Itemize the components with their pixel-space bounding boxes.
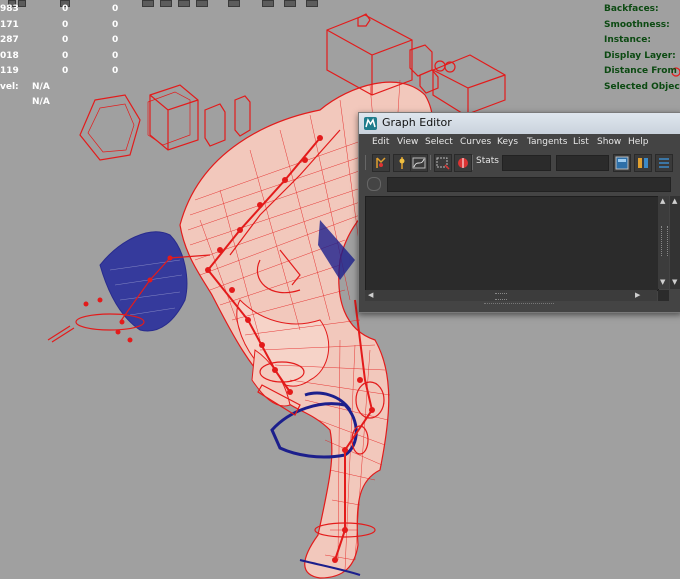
scroll-grip[interactable] — [495, 293, 507, 300]
hud-row-value: 0 — [62, 66, 69, 76]
graph-view-edge[interactable]: ▲ ▼ — [670, 196, 680, 289]
hud-row-value: 0 — [62, 4, 69, 14]
hud-label-backfaces: Backfaces: — [604, 4, 659, 14]
hud-row-value: 0 — [112, 51, 119, 61]
scroll-up-icon[interactable]: ▲ — [672, 198, 677, 205]
hud-row-value: N/A — [32, 97, 50, 107]
hud-row-value: 0 — [112, 20, 119, 30]
retime-icon[interactable] — [655, 154, 673, 172]
outliner-filter-row — [359, 174, 680, 194]
stats-field-2[interactable] — [556, 155, 609, 171]
graph-editor-window[interactable]: Graph Editor Edit View Select Curves Key… — [358, 112, 680, 313]
toolbar-separator — [472, 155, 473, 170]
menu-show[interactable]: Show — [597, 137, 621, 147]
scroll-corner — [658, 290, 669, 301]
hud-label-display-layer: Display Layer: — [604, 51, 676, 61]
pane-resize-handle[interactable] — [484, 303, 554, 307]
hud-row-label: 171 — [0, 20, 19, 30]
curve-icon[interactable] — [410, 154, 428, 172]
outliner-horizontal-scrollbar[interactable]: ◀ ▶ — [365, 290, 657, 301]
menu-edit[interactable]: Edit — [372, 137, 389, 147]
viewport-toolbar[interactable] — [0, 0, 330, 7]
hud-row-value: N/A — [32, 82, 50, 92]
hud-label-instance: Instance: — [604, 35, 651, 45]
scroll-left-icon[interactable]: ◀ — [368, 292, 373, 299]
scroll-grip[interactable] — [661, 226, 668, 256]
graph-editor-toolbar: Stats — [359, 152, 680, 174]
menu-view[interactable]: View — [397, 137, 418, 147]
graph-editor-menubar: Edit View Select Curves Keys Tangents Li… — [359, 134, 680, 152]
hud-row-label: 287 — [0, 35, 19, 45]
hud-label-selected-objects: Selected Objects — [604, 82, 680, 92]
menu-list[interactable]: List — [573, 137, 589, 147]
buffer-icon[interactable] — [454, 154, 472, 172]
outliner-vertical-scrollbar[interactable]: ▲ ▼ — [658, 196, 669, 289]
scroll-down-icon[interactable]: ▼ — [660, 279, 665, 286]
outliner-filter-field[interactable] — [387, 177, 671, 192]
graph-normalize-icon[interactable] — [634, 154, 652, 172]
scroll-up-icon[interactable]: ▲ — [660, 198, 665, 205]
filter-icon[interactable] — [367, 177, 381, 191]
hud-row-value: 0 — [62, 20, 69, 30]
menu-keys[interactable]: Keys — [497, 137, 518, 147]
menu-help[interactable]: Help — [628, 137, 649, 147]
hud-row-label: 119 — [0, 66, 19, 76]
stats-label: Stats — [476, 156, 499, 166]
hud-row-value: 0 — [62, 51, 69, 61]
hud-row-value: 0 — [62, 35, 69, 45]
toolbar-separator — [430, 155, 431, 170]
hud-row-label: 983 — [0, 4, 19, 14]
hud-label-distance: Distance From Ca — [604, 66, 680, 76]
stats-field-1[interactable] — [502, 155, 551, 171]
graph-editor-title: Graph Editor — [382, 116, 452, 129]
scroll-right-icon[interactable]: ▶ — [635, 292, 640, 299]
hud-row-label: 018 — [0, 51, 19, 61]
graph-editor-titlebar[interactable]: Graph Editor — [359, 113, 680, 134]
scroll-down-icon[interactable]: ▼ — [672, 279, 677, 286]
menu-select[interactable]: Select — [425, 137, 453, 147]
toolbar-separator — [365, 155, 366, 170]
hud-row-value: 0 — [112, 66, 119, 76]
menu-tangents[interactable]: Tangents — [527, 137, 567, 147]
menu-curves[interactable]: Curves — [460, 137, 491, 147]
hud-label-smoothness: Smoothness: — [604, 20, 670, 30]
maya-logo-icon — [364, 117, 377, 130]
hud-row-label: vel: — [0, 82, 19, 92]
frame-select-icon[interactable] — [434, 154, 452, 172]
hud-row-value: 0 — [112, 4, 119, 14]
graph-editor-outliner[interactable] — [365, 196, 659, 291]
hud-row-value: 0 — [112, 35, 119, 45]
layout-icon[interactable] — [613, 154, 631, 172]
key-tool-icon[interactable] — [393, 154, 411, 172]
graph-tool-icon[interactable] — [372, 154, 390, 172]
maya-viewport[interactable]: 983 0 0 171 0 0 287 0 0 018 0 0 119 0 0 … — [0, 0, 680, 579]
